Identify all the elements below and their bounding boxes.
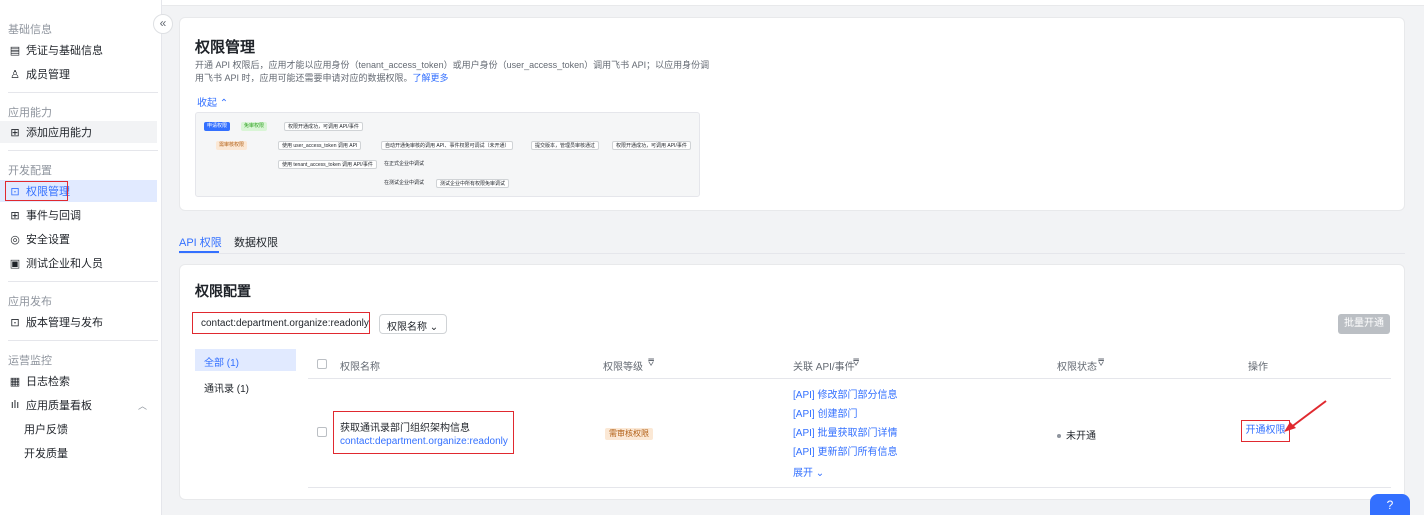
flow-step: 使用 user_access_token 调用 API <box>278 141 362 150</box>
flow-step: 测试企业中所有权限免审调试 <box>436 179 510 188</box>
sidebar-item-credentials[interactable]: ▤ 凭证与基础信息 <box>0 39 157 61</box>
category-contacts[interactable]: 通讯录 (1) <box>195 375 296 397</box>
page-title: 权限管理 <box>195 39 256 56</box>
select-all-checkbox[interactable] <box>317 359 327 369</box>
flow-step: 免审权限 <box>241 122 268 131</box>
group-title-abilities: 应用能力 <box>8 107 52 119</box>
filter-icon[interactable]: ⩢ <box>1098 358 1104 369</box>
sidebar-item-add-ability[interactable]: ⊞ 添加应用能力 <box>0 121 157 143</box>
sidebar-item-feedback[interactable]: 用户反馈 <box>0 418 157 440</box>
divider <box>8 150 158 151</box>
permission-config-card: 权限配置 contact:department.organize:readonl… <box>179 264 1405 500</box>
sidebar-item-test-org[interactable]: ▣ 测试企业和人员 <box>0 252 157 274</box>
col-apis: 关联 API/事件 <box>793 362 855 373</box>
chart-icon: ılı <box>10 399 20 411</box>
permission-code[interactable]: contact:department.organize:readonly <box>340 436 508 447</box>
permission-flow-diagram: 申请权限 免审权限 权限开通成功，可调用 API/事件 需审核权限 使用 use… <box>195 112 700 197</box>
flow-step: 需审核权限 <box>216 141 248 150</box>
level-badge: 需审核权限 <box>605 428 653 440</box>
col-level: 权限等级 <box>603 362 643 373</box>
tab-data-permissions[interactable]: 数据权限 <box>234 234 278 250</box>
intro-card: 权限管理 开通 API 权限后，应用才能以应用身份（tenant_access_… <box>179 17 1405 211</box>
category-all[interactable]: 全部 (1) <box>195 349 296 371</box>
flow-step: 申请权限 <box>204 122 231 131</box>
flow-step: 使用 tenant_access_token 调用 API/事件 <box>278 160 377 169</box>
permission-name: 获取通讯录部门组织架构信息 <box>340 423 470 434</box>
flow-step: 权限开通成功，可调用 API/事件 <box>612 141 691 150</box>
tab-active-indicator <box>179 251 219 253</box>
sidebar-item-events[interactable]: ⊞ 事件与回调 <box>0 204 157 226</box>
api-link[interactable]: [API] 修改部门部分信息 <box>793 386 897 401</box>
divider <box>8 92 158 93</box>
col-action: 操作 <box>1248 362 1268 373</box>
event-icon: ⊞ <box>10 209 20 222</box>
row-checkbox[interactable] <box>317 427 327 437</box>
group-title-dev-config: 开发配置 <box>8 165 52 177</box>
group-title-publish: 应用发布 <box>8 296 52 308</box>
tab-divider <box>179 253 1405 254</box>
top-bar <box>162 0 1424 6</box>
test-icon: ▣ <box>9 257 21 270</box>
shield-icon: ◎ <box>10 233 20 246</box>
flow-step: 自动开通免审核的调用 API、事件权限可调试（未开通） <box>381 141 514 150</box>
group-title-ops: 运营监控 <box>8 355 52 367</box>
api-link[interactable]: [API] 更新部门所有信息 <box>793 443 897 458</box>
col-status: 权限状态 <box>1057 362 1097 373</box>
collapse-sidebar-icon[interactable]: « <box>153 14 173 34</box>
flow-step: 权限开通成功，可调用 API/事件 <box>284 122 363 131</box>
section-title: 权限配置 <box>195 283 251 299</box>
filter-icon[interactable]: ⩢ <box>648 358 654 369</box>
table-header: 权限名称 权限等级 ⩢ 关联 API/事件 ⩢ 权限状态 ⩢ 操作 <box>308 348 1391 379</box>
api-link[interactable]: [API] 创建部门 <box>793 405 857 420</box>
api-link[interactable]: [API] 批量获取部门详情 <box>793 424 897 439</box>
chevron-down-icon: ⌄ <box>429 322 439 333</box>
filter-dropdown[interactable]: 权限名称 ⌄ <box>379 314 447 334</box>
sidebar-item-dev-quality[interactable]: 开发质量 <box>0 442 157 464</box>
group-title-basic: 基础信息 <box>8 24 52 36</box>
tab-api-permissions[interactable]: API 权限 <box>179 234 222 250</box>
help-icon[interactable]: ? <box>1370 494 1410 515</box>
annotation-arrow-icon <box>1284 400 1327 432</box>
sidebar-item-members[interactable]: ♙ 成员管理 <box>0 63 157 85</box>
sidebar-item-quality[interactable]: ılı 应用质量看板 ︿ <box>0 394 157 416</box>
row-divider <box>308 487 1391 488</box>
flow-step: 在正式企业中调试 <box>384 161 425 167</box>
sidebar-item-versions[interactable]: ⊡ 版本管理与发布 <box>0 311 157 333</box>
collapse-link[interactable]: 收起 ⌃ <box>197 94 228 109</box>
batch-enable-button[interactable]: 批量开通 <box>1338 314 1390 334</box>
credentials-icon: ▤ <box>9 44 21 57</box>
intro-description: 开通 API 权限后，应用才能以应用身份（tenant_access_token… <box>195 60 710 83</box>
upload-icon: ⊡ <box>10 316 20 329</box>
learn-more-link[interactable]: 了解更多 <box>413 73 449 83</box>
expand-link[interactable]: 展开 ⌄ <box>793 464 824 479</box>
grid-icon: ⊞ <box>10 126 20 139</box>
flow-step: 在测试企业中调试 <box>384 180 425 186</box>
flow-step: 提交版本，管理员审核通过 <box>531 141 600 150</box>
sidebar: 基础信息 ▤ 凭证与基础信息 ♙ 成员管理 应用能力 ⊞ 添加应用能力 开发配置 ⊡ 权… <box>0 0 162 515</box>
search-input[interactable]: contact:department.organize:readonly <box>192 312 370 334</box>
user-icon: ♙ <box>10 68 20 81</box>
status-dot <box>1057 434 1061 439</box>
sidebar-item-security[interactable]: ◎ 安全设置 <box>0 228 157 250</box>
filter-icon[interactable]: ⩢ <box>853 358 859 369</box>
divider <box>8 281 158 282</box>
col-name: 权限名称 <box>340 362 380 373</box>
log-search-icon: ▦ <box>9 375 21 388</box>
highlight-box <box>5 181 68 201</box>
status-badge: 未开通 <box>1057 427 1096 442</box>
chevron-up-icon: ︿ <box>137 400 147 411</box>
divider <box>8 340 158 341</box>
sidebar-item-logs[interactable]: ▦ 日志检索 <box>0 370 157 392</box>
